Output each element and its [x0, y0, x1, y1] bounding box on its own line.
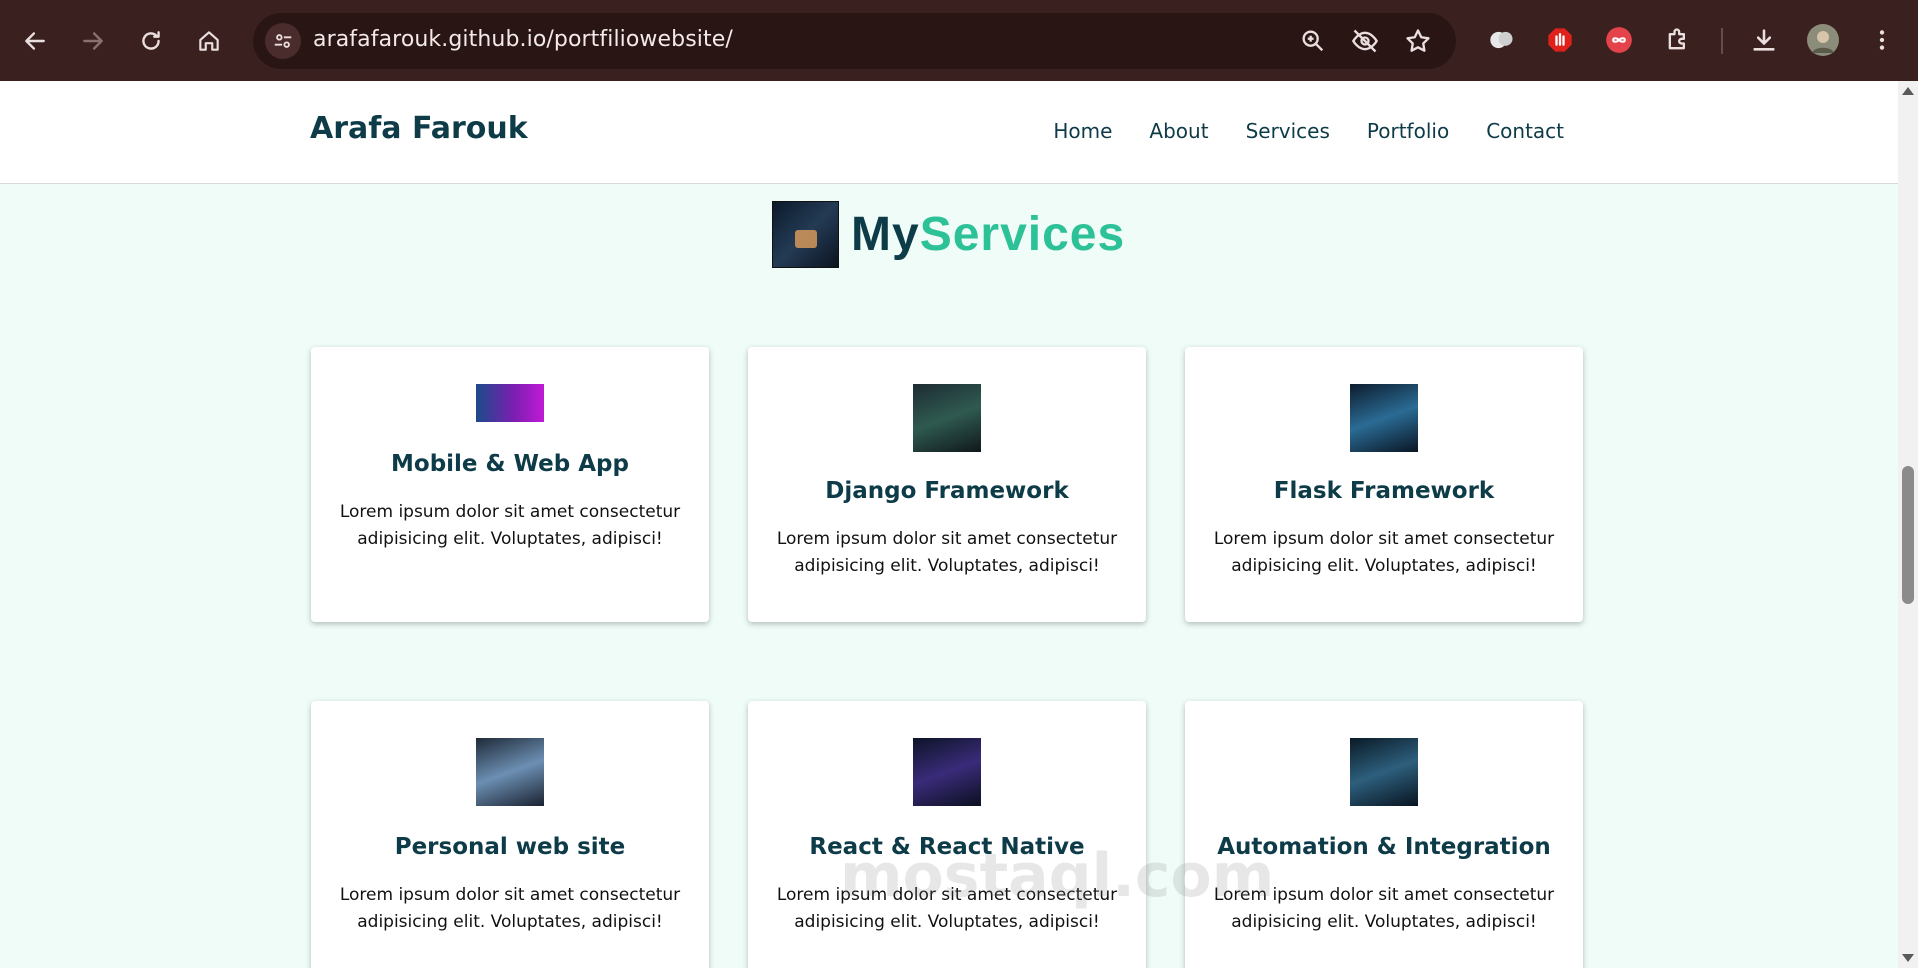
service-description: Lorem ipsum dolor sit amet consectetur a… [1213, 529, 1555, 576]
service-description: Lorem ipsum dolor sit amet consectetur a… [1213, 885, 1555, 932]
service-card[interactable]: Flask Framework Lorem ipsum dolor sit am… [1185, 347, 1583, 622]
flask-thumbnail [1350, 384, 1418, 452]
profile-avatar[interactable] [1807, 24, 1839, 56]
nav-contact[interactable]: Contact [1486, 119, 1564, 143]
title-my: My [851, 208, 920, 261]
service-title: Django Framework [825, 478, 1069, 504]
site-header: Arafa Farouk Home About Services Portfol… [0, 81, 1898, 184]
service-card[interactable]: Personal web site Lorem ipsum dolor sit … [311, 701, 709, 968]
forward-button[interactable] [74, 22, 112, 60]
toolbar-divider [1721, 28, 1723, 54]
tune-icon [274, 34, 292, 48]
automation-thumbnail [1350, 738, 1418, 806]
service-title: Mobile & Web App [391, 451, 629, 477]
address-bar[interactable]: arafafarouk.github.io/portfiliowebsite/ [253, 13, 1456, 69]
react-thumbnail [913, 738, 981, 806]
home-icon [199, 31, 219, 51]
service-card[interactable]: Automation & Integration Lorem ipsum dol… [1185, 701, 1583, 968]
mobile-web-thumbnail [476, 384, 544, 422]
service-card[interactable]: Mobile & Web App Lorem ipsum dolor sit a… [311, 347, 709, 622]
browser-toolbar: arafafarouk.github.io/portfiliowebsite/ [0, 0, 1918, 81]
nav-portfolio[interactable]: Portfolio [1367, 119, 1449, 143]
service-description: Lorem ipsum dolor sit amet consectetur a… [776, 529, 1118, 576]
extension-adblock-icon[interactable] [1544, 24, 1576, 56]
scroll-up-arrow[interactable] [1902, 87, 1914, 95]
service-title: Automation & Integration [1217, 834, 1551, 860]
service-card[interactable]: React & React Native Lorem ipsum dolor s… [748, 701, 1146, 968]
more-menu-icon[interactable] [1866, 24, 1898, 56]
django-thumbnail [913, 384, 981, 452]
zoom-icon[interactable] [1299, 27, 1327, 55]
star-icon[interactable] [1404, 27, 1432, 55]
arrow-left-icon [25, 32, 45, 50]
extension-cookie-icon[interactable] [1486, 24, 1518, 56]
brand-logo[interactable]: Arafa Farouk [310, 111, 528, 146]
eye-off-icon[interactable] [1351, 27, 1379, 55]
service-description: Lorem ipsum dolor sit amet consectetur a… [339, 502, 681, 549]
section-heading: MyServices [772, 201, 1125, 268]
arrow-right-icon [83, 32, 103, 50]
service-title: React & React Native [809, 834, 1085, 860]
nav-about[interactable]: About [1149, 119, 1208, 143]
service-title: Flask Framework [1273, 478, 1495, 504]
service-description: Lorem ipsum dolor sit amet consectetur a… [339, 885, 681, 932]
service-title: Personal web site [394, 834, 626, 860]
extension-infinity-icon[interactable] [1603, 24, 1635, 56]
reload-icon [142, 31, 160, 50]
service-card[interactable]: Django Framework Lorem ipsum dolor sit a… [748, 347, 1146, 622]
home-button[interactable] [190, 22, 228, 60]
service-description: Lorem ipsum dolor sit amet consectetur a… [776, 885, 1118, 932]
main-nav: Home About Services Portfolio Contact [1053, 119, 1564, 143]
page-scrollbar[interactable] [1898, 81, 1918, 968]
page-content: Arafa Farouk Home About Services Portfol… [0, 81, 1898, 968]
section-title: MyServices [851, 207, 1125, 262]
personal-site-thumbnail [476, 738, 544, 806]
nav-services[interactable]: Services [1246, 119, 1330, 143]
scroll-thumb[interactable] [1902, 466, 1914, 604]
site-info-button[interactable] [265, 23, 301, 59]
back-button[interactable] [16, 22, 54, 60]
reload-button[interactable] [132, 22, 170, 60]
heading-thumbnail [772, 201, 839, 268]
puzzle-icon[interactable] [1662, 24, 1694, 56]
title-services: Services [919, 208, 1126, 261]
url-text[interactable]: arafafarouk.github.io/portfiliowebsite/ [313, 27, 733, 52]
download-icon[interactable] [1748, 24, 1780, 56]
scroll-down-arrow[interactable] [1902, 954, 1914, 962]
nav-home[interactable]: Home [1053, 119, 1112, 143]
